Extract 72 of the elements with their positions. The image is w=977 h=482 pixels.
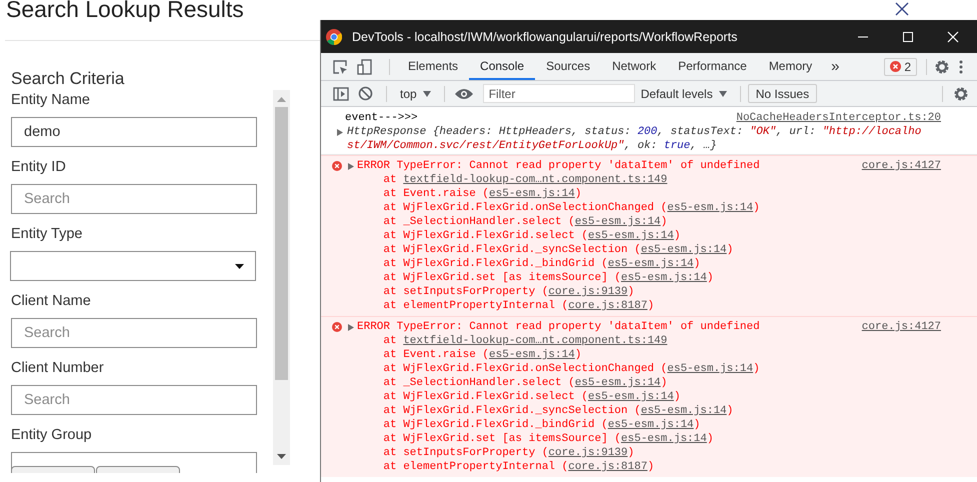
field-label: Entity Name [11,91,91,109]
stack-frame: at WjFlexGrid.FlexGrid._syncSelection (es5-esm.js:14) [357,404,734,418]
source-link[interactable]: es5-esm.js:14 [621,272,707,284]
error-message: ERROR TypeError: Cannot read property 'dataItem' of undefined [357,320,760,334]
more-tabs[interactable]: » [823,58,848,75]
log-message: event--->>> [345,111,418,125]
field-label: Client Number [11,359,105,377]
filter-field[interactable]: Filter [482,84,635,103]
source-link[interactable]: es5-esm.js:14 [489,349,575,361]
input-field[interactable]: Search [11,184,257,214]
source-link[interactable]: es5-esm.js:14 [621,433,707,445]
devtools-tab[interactable]: Sources [535,53,602,80]
error-counter[interactable]: 2 [884,58,917,76]
log-levels-dropdown[interactable]: Default levels [634,86,733,100]
stack-frame: at WjFlexGrid.FlexGrid._bindGrid (es5-esm.js:14) [357,257,700,271]
stack-frame: at Event.raise (es5-esm.js:14) [357,348,582,362]
source-link[interactable]: core.js:9139 [548,286,628,298]
error-count: 2 [904,60,911,74]
source-link[interactable]: core.js:8187 [568,461,648,473]
source-link[interactable]: es5-esm.js:14 [608,419,694,431]
stack-frame: at elementPropertyInternal (core.js:8187) [357,299,654,313]
source-link[interactable]: core.js:4127 [862,159,941,173]
stack-frame: at Event.raise (es5-esm.js:14) [357,187,582,201]
source-link[interactable]: textfield-lookup-com…nt.component.ts:149 [403,335,668,347]
source-link[interactable]: es5-esm.js:14 [588,391,674,403]
input-field[interactable]: Search [11,385,257,415]
context-selector[interactable]: top [394,86,437,100]
stack-frame: at setInputsForProperty (core.js:9139) [357,446,634,460]
devtools-tab[interactable]: Network [601,53,668,80]
stack-frame: at WjFlexGrid.FlexGrid.onSelectionChanged (es5-esm.js:14) [357,201,760,215]
field-label: Entity Group [11,426,93,444]
source-link[interactable]: es5-esm.js:14 [574,377,661,389]
field-label: Entity ID [11,158,67,176]
input-field[interactable]: Search [11,318,257,348]
source-link[interactable]: NoCacheHeadersInterceptor.ts:20 [736,111,941,125]
stack-frame: at _SelectionHandler.select (es5-esm.js:14) [357,215,668,229]
source-link[interactable]: core.js:8187 [568,300,648,312]
stack-frame: at textfield-lookup-com…nt.component.ts:149 [357,334,668,348]
page-title: Search Lookup Results [6,0,244,24]
issues-button[interactable]: No Issues [748,84,818,103]
source-link[interactable]: core.js:9139 [548,447,628,459]
source-link[interactable]: es5-esm.js:14 [667,202,754,214]
source-link[interactable]: es5-esm.js:14 [640,244,727,256]
input-field[interactable]: demo [11,117,257,147]
source-link[interactable]: es5-esm.js:14 [489,188,575,200]
stack-frame: at setInputsForProperty (core.js:9139) [357,285,634,299]
source-link[interactable]: es5-esm.js:14 [667,363,754,375]
source-link[interactable]: es5-esm.js:14 [640,405,727,417]
stack-frame: at WjFlexGrid.set [as itemsSource] (es5-esm.js:14) [357,432,714,446]
field-label: Client Name [11,292,92,310]
source-link[interactable]: es5-esm.js:14 [588,230,674,242]
field-label: Entity Type [11,225,84,243]
stack-frame: at WjFlexGrid.FlexGrid._syncSelection (es5-esm.js:14) [357,243,734,257]
devtools-tab[interactable]: Memory [758,53,824,80]
stack-frame: at elementPropertyInternal (core.js:8187) [357,460,654,474]
error-message: ERROR TypeError: Cannot read property 'dataItem' of undefined [357,159,760,173]
stack-frame: at textfield-lookup-com…nt.component.ts:149 [357,173,668,187]
source-link[interactable]: es5-esm.js:14 [574,216,661,228]
section-title: Search Criteria [11,69,126,89]
window-title: DevTools - localhost/IWM/workflowangularui/reports/WorkflowReports [352,30,738,44]
devtools-tab[interactable]: Elements [397,53,470,80]
source-link[interactable]: es5-esm.js:14 [608,258,694,270]
stack-frame: at WjFlexGrid.set [as itemsSource] (es5-esm.js:14) [357,271,714,285]
stack-frame: at WjFlexGrid.FlexGrid.select (es5-esm.js:14) [357,229,680,243]
stack-frame: at WjFlexGrid.FlexGrid.onSelectionChanged (es5-esm.js:14) [357,362,760,376]
object-preview[interactable]: HttpResponse {headers: HttpHeaders, status: 200, statusText: "OK", url: "http://localhost/IWM/Common.svc/rest/EntityGetForLookUp", ok: true, …} [347,125,928,153]
devtools-tab[interactable]: Performance [667,53,758,80]
stack-frame: at _SelectionHandler.select (es5-esm.js:14) [357,376,668,390]
source-link[interactable]: core.js:4127 [862,320,941,334]
stack-frame: at WjFlexGrid.FlexGrid.select (es5-esm.js:14) [357,390,680,404]
source-link[interactable]: textfield-lookup-com…nt.component.ts:149 [403,174,668,186]
stack-frame: at WjFlexGrid.FlexGrid._bindGrid (es5-esm.js:14) [357,418,700,432]
